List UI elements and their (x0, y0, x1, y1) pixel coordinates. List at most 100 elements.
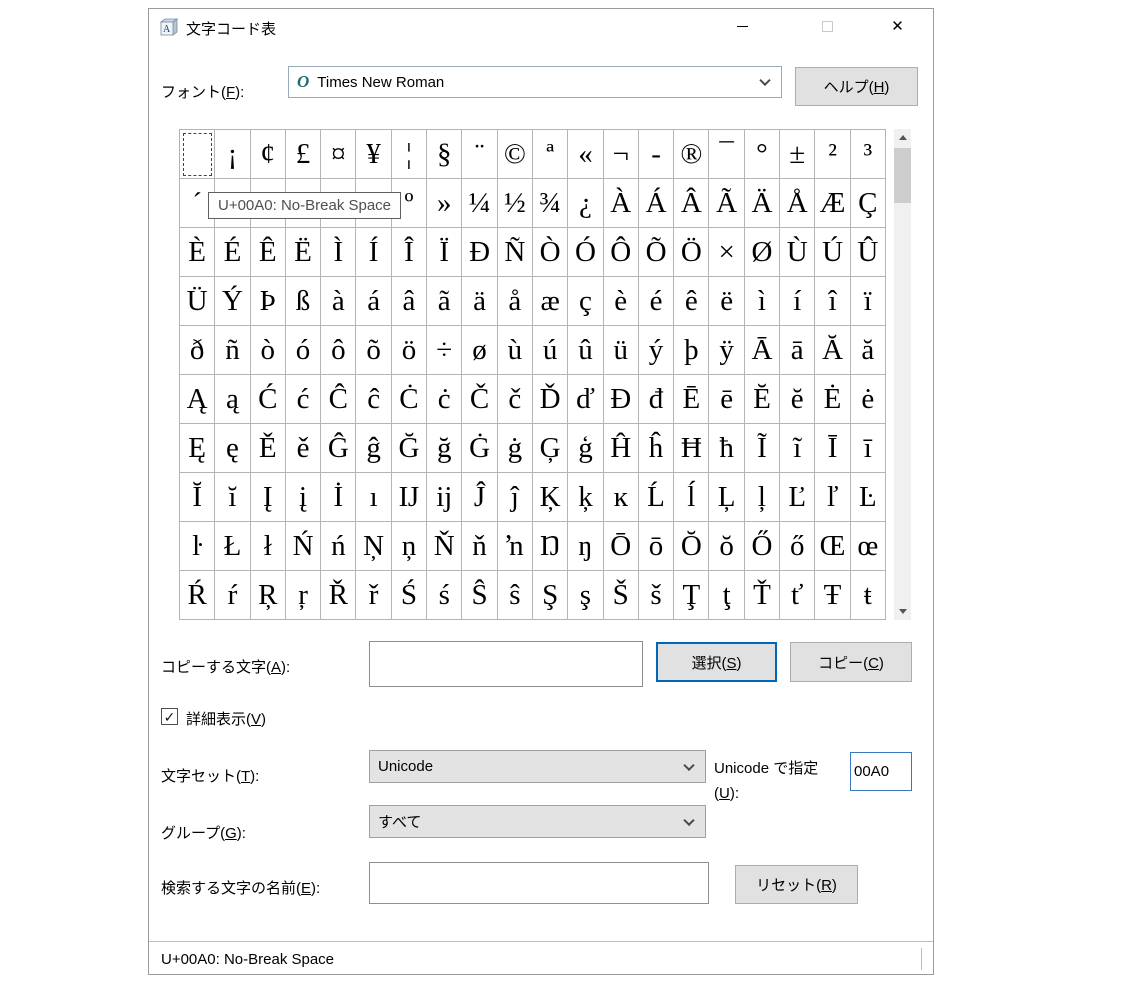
char-cell[interactable]: Ş (533, 571, 568, 620)
char-cell[interactable]: ś (427, 571, 462, 620)
char-cell[interactable]: Ć (251, 375, 286, 424)
char-cell[interactable]: Ą (180, 375, 215, 424)
titlebar[interactable]: A 文字コード表 ✕ (149, 9, 933, 45)
char-cell[interactable]: ĵ (498, 473, 533, 522)
char-cell[interactable]: Ň (427, 522, 462, 571)
char-cell[interactable]: ò (251, 326, 286, 375)
char-cell[interactable]: ¬ (604, 130, 639, 179)
char-cell[interactable]: - (639, 130, 674, 179)
char-cell[interactable]: ÷ (427, 326, 462, 375)
char-cell[interactable]: Ð (462, 228, 497, 277)
char-cell[interactable]: Â (674, 179, 709, 228)
maximize-button[interactable] (805, 11, 850, 41)
char-cell[interactable]: Į (251, 473, 286, 522)
char-cell[interactable]: Ř (321, 571, 356, 620)
char-cell[interactable]: È (180, 228, 215, 277)
char-cell[interactable]: ŧ (851, 571, 886, 620)
char-cell[interactable]: ¼ (462, 179, 497, 228)
char-cell[interactable]: č (498, 375, 533, 424)
char-cell[interactable]: ĺ (674, 473, 709, 522)
char-cell[interactable]: ½ (498, 179, 533, 228)
char-cell[interactable]: ł (251, 522, 286, 571)
char-cell[interactable]: ő (780, 522, 815, 571)
char-cell[interactable]: š (639, 571, 674, 620)
char-cell[interactable]: Ě (251, 424, 286, 473)
char-cell[interactable]: œ (851, 522, 886, 571)
select-button[interactable]: 選択(S) (656, 642, 777, 682)
char-cell[interactable]: Ś (392, 571, 427, 620)
char-cell[interactable]: Ļ (709, 473, 744, 522)
char-cell[interactable]: Ė (815, 375, 850, 424)
char-cell[interactable]: Ĉ (321, 375, 356, 424)
char-cell[interactable]: ď (568, 375, 603, 424)
scroll-down-button[interactable] (894, 603, 911, 620)
char-cell[interactable]: Ĵ (462, 473, 497, 522)
char-cell[interactable]: Ā (745, 326, 780, 375)
char-cell[interactable]: ¡ (215, 130, 250, 179)
char-cell[interactable]: æ (533, 277, 568, 326)
char-cell[interactable]: Ù (780, 228, 815, 277)
char-cell[interactable]: Ë (286, 228, 321, 277)
charset-select[interactable]: Unicode (369, 750, 706, 783)
char-cell[interactable]: Č (462, 375, 497, 424)
char-cell[interactable]: ï (851, 277, 886, 326)
char-cell[interactable]: « (568, 130, 603, 179)
char-cell[interactable]: ª (533, 130, 568, 179)
char-cell[interactable]: Í (356, 228, 391, 277)
char-cell[interactable]: ı (356, 473, 391, 522)
char-cell[interactable]: ĝ (356, 424, 391, 473)
char-cell[interactable]: ³ (851, 130, 886, 179)
char-cell[interactable]: Ō (604, 522, 639, 571)
char-cell[interactable]: ń (321, 522, 356, 571)
char-cell[interactable]: ā (780, 326, 815, 375)
char-cell[interactable]: å (498, 277, 533, 326)
char-cell[interactable]: Ä (745, 179, 780, 228)
char-cell[interactable]: Ô (604, 228, 639, 277)
char-cell[interactable]: Û (851, 228, 886, 277)
char-cell[interactable]: ļ (745, 473, 780, 522)
char-cell[interactable]: Ĩ (745, 424, 780, 473)
char-cell[interactable]: à (321, 277, 356, 326)
char-cell[interactable]: Ŧ (815, 571, 850, 620)
char-cell[interactable]: ° (745, 130, 780, 179)
char-cell[interactable]: û (568, 326, 603, 375)
char-cell[interactable]: Á (639, 179, 674, 228)
char-cell[interactable]: Ŗ (251, 571, 286, 620)
char-cell[interactable]: ş (568, 571, 603, 620)
char-cell[interactable]: Ĝ (321, 424, 356, 473)
char-cell[interactable]: ė (851, 375, 886, 424)
char-cell[interactable]: ù (498, 326, 533, 375)
char-cell[interactable]: ţ (709, 571, 744, 620)
char-cell[interactable]: ē (709, 375, 744, 424)
scrollbar-thumb[interactable] (894, 148, 911, 203)
char-cell[interactable]: ģ (568, 424, 603, 473)
char-cell[interactable]: Ø (745, 228, 780, 277)
char-cell[interactable]: ç (568, 277, 603, 326)
copy-button[interactable]: コピー(C) (790, 642, 912, 682)
char-cell[interactable]: ę (215, 424, 250, 473)
char-cell[interactable]: ġ (498, 424, 533, 473)
char-cell[interactable]: Đ (604, 375, 639, 424)
char-cell[interactable]: Œ (815, 522, 850, 571)
char-cell[interactable]: ¨ (462, 130, 497, 179)
char-cell[interactable]: ú (533, 326, 568, 375)
char-cell[interactable]: Ú (815, 228, 850, 277)
help-button[interactable]: ヘルプ(H) (795, 67, 918, 106)
char-cell[interactable]: ī (851, 424, 886, 473)
char-cell[interactable]: â (392, 277, 427, 326)
minimize-button[interactable] (720, 11, 765, 41)
char-cell[interactable]: ľ (815, 473, 850, 522)
char-cell[interactable]: Õ (639, 228, 674, 277)
char-cell[interactable]: » (427, 179, 462, 228)
char-cell[interactable]: ķ (568, 473, 603, 522)
char-cell[interactable]: đ (639, 375, 674, 424)
copy-characters-input[interactable] (369, 641, 643, 687)
char-cell[interactable]: Ģ (533, 424, 568, 473)
char-cell[interactable]: ü (604, 326, 639, 375)
char-cell[interactable]: ĉ (356, 375, 391, 424)
char-cell[interactable]: ¯ (709, 130, 744, 179)
char-cell[interactable]: Ã (709, 179, 744, 228)
char-cell[interactable]: Å (780, 179, 815, 228)
char-cell[interactable]: Ď (533, 375, 568, 424)
char-cell[interactable]: Ħ (674, 424, 709, 473)
